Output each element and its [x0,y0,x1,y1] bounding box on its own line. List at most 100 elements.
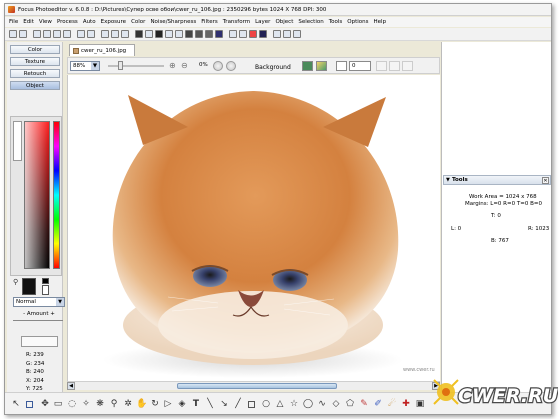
menu-help[interactable]: Help [374,19,387,25]
menu-transform[interactable]: Transform [223,19,250,25]
zoom-slider-thumb[interactable] [118,61,123,70]
menu-noise-sharpness[interactable]: Noise/Sharpness [150,19,196,25]
arrow-line-icon[interactable]: ↘ [219,399,229,409]
blend-mode-select[interactable]: Normal ▼ [13,297,65,307]
undo-icon[interactable] [77,30,85,38]
menu-view[interactable]: View [39,19,52,25]
contrast-icon[interactable] [155,30,163,38]
layer-select[interactable]: 0 [349,61,371,71]
paint-icon[interactable]: ✐ [373,399,383,409]
blur-icon[interactable] [195,30,203,38]
save-as-icon[interactable] [43,30,51,38]
layer-view-icon[interactable] [336,61,347,71]
zoom-in-icon[interactable]: ⊕ [169,61,179,71]
save-icon[interactable] [33,30,41,38]
hue-slider[interactable] [53,121,60,269]
menu-auto[interactable]: Auto [83,19,96,25]
background-image-button[interactable] [302,61,313,71]
compare-toggle-button[interactable] [226,61,236,71]
background-label[interactable]: Background [248,62,298,72]
color-wheel-icon[interactable] [249,30,257,38]
menu-layer[interactable]: Layer [255,19,270,25]
tools-panel-header[interactable]: ▼ Tools ✕ [443,175,551,185]
deselect-icon[interactable] [293,30,301,38]
smudge-icon[interactable]: ☄ [387,399,397,409]
default-colors-icon[interactable] [42,278,49,284]
shape-icon[interactable]: ▷ [163,399,173,409]
menu-filters[interactable]: Filters [201,19,218,25]
lasso-icon[interactable]: ◌ [67,399,77,409]
rectangle-icon[interactable] [248,401,255,408]
bezier-icon[interactable]: ∿ [317,399,327,409]
filter-icon[interactable] [205,30,213,38]
sharpen-icon[interactable] [185,30,193,38]
levels-icon[interactable] [135,30,143,38]
flip-icon[interactable] [239,30,247,38]
align-left-icon[interactable] [376,61,387,71]
menu-object[interactable]: Object [275,19,293,25]
stamp-icon[interactable]: ▣ [415,399,425,409]
align-right-icon[interactable] [402,61,413,71]
menu-file[interactable]: File [9,19,18,25]
saturation-value-field[interactable] [24,121,50,269]
star-icon[interactable]: ☆ [289,399,299,409]
tab-texture[interactable]: Texture [10,57,60,66]
new-file-icon[interactable] [9,30,17,38]
oval-outline-icon[interactable]: ◯ [303,399,313,409]
pointer-icon[interactable]: ↖ [11,399,21,409]
menu-process[interactable]: Process [57,19,78,25]
background-fill-button[interactable] [316,61,327,71]
pen-icon[interactable]: ╱ [233,399,243,409]
clone-icon[interactable]: ❋ [95,399,105,409]
fill-icon[interactable]: ◈ [177,399,187,409]
open-file-icon[interactable] [19,30,27,38]
hue-icon[interactable] [175,30,183,38]
tab-color[interactable]: Color [10,45,60,54]
print-icon[interactable] [63,30,71,38]
menu-color[interactable]: Color [131,19,145,25]
shape-outline-icon[interactable]: ⬠ [345,399,355,409]
copy-icon[interactable] [101,30,109,38]
magic-wand-icon[interactable]: ✧ [81,399,91,409]
rotate-tool-icon[interactable]: ↻ [150,399,160,409]
menu-exposure[interactable]: Exposure [101,19,126,25]
effects-icon[interactable] [215,30,223,38]
menu-edit[interactable]: Edit [23,19,34,25]
align-center-icon[interactable] [389,61,400,71]
text-tool-icon[interactable]: T [191,399,201,409]
color-swatch-strip[interactable] [13,121,22,161]
scrollbar-thumb[interactable] [177,383,337,389]
tab-retouch[interactable]: Retouch [10,69,60,78]
tab-object[interactable]: Object [10,81,60,90]
image-canvas[interactable]: www.cwer.ru [67,75,440,381]
adjust-icon[interactable] [145,30,153,38]
heal-icon[interactable]: ✚ [401,399,411,409]
grid-icon[interactable] [273,30,281,38]
menu-options[interactable]: Options [347,19,368,25]
close-icon[interactable]: ✕ [542,177,549,184]
title-bar[interactable]: Focus Photoeditor v. 6.0.8 : D:\Pictures… [5,4,551,16]
amount-slider[interactable] [13,320,63,324]
rect-select-icon[interactable] [26,401,33,408]
horizontal-scrollbar[interactable]: ◀ ▶ [67,381,440,390]
eraser-icon[interactable]: ▭ [53,399,63,409]
ellipse-icon[interactable]: ○ [261,399,271,409]
eyedropper-icon[interactable]: ⚲ [13,279,19,287]
zoom-icon[interactable]: ⚲ [109,399,119,409]
crop-icon[interactable] [121,30,129,38]
preview-toggle-button[interactable] [213,61,223,71]
menu-tools[interactable]: Tools [329,19,343,25]
zoom-slider[interactable] [108,65,164,67]
polygon-icon[interactable]: △ [275,399,285,409]
red-eye-icon[interactable]: ✲ [123,399,133,409]
redo-icon[interactable] [87,30,95,38]
line-icon[interactable]: ╲ [205,399,215,409]
background-color-swatch[interactable] [42,285,49,295]
layer-icon[interactable] [259,30,267,38]
rotate-icon[interactable] [229,30,237,38]
scroll-left-icon[interactable]: ◀ [67,382,75,390]
select-all-icon[interactable] [283,30,291,38]
menu-selection[interactable]: Selection [298,19,323,25]
close-file-icon[interactable] [53,30,61,38]
collapse-icon[interactable]: ▼ [446,176,450,185]
